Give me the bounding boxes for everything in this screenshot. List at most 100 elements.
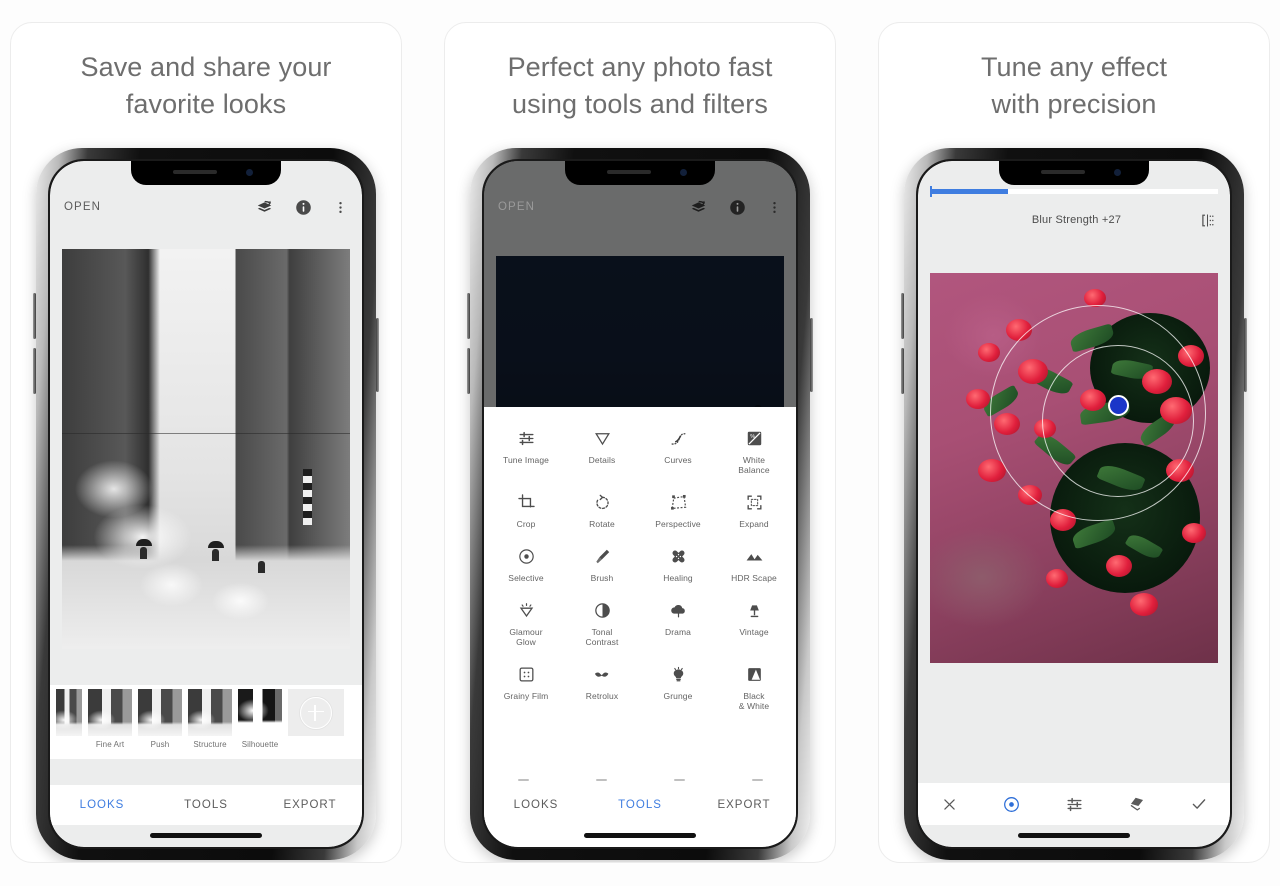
curve-icon [642, 426, 714, 450]
look-item-fine-art[interactable]: Fine Art [88, 689, 132, 749]
tool-grunge[interactable]: Grunge [640, 655, 716, 717]
mountains-icon [718, 544, 790, 568]
plus-icon [300, 696, 332, 729]
tool-label: Brush [590, 573, 614, 583]
tool-label: Selective [508, 573, 544, 583]
tool-label: Vintage [739, 627, 769, 637]
volume-up-button[interactable] [901, 293, 904, 339]
volume-down-button[interactable] [901, 348, 904, 394]
tool-tune-image[interactable]: Tune Image [488, 419, 564, 481]
volume-up-button[interactable] [467, 293, 470, 339]
looks-presets-strip[interactable]: Fine Art Push Structure Silhouette [50, 685, 362, 759]
tab-looks[interactable]: LOOKS [50, 799, 154, 811]
look-item-silhouette[interactable]: Silhouette [238, 689, 282, 749]
tool-expand[interactable]: Expand [716, 483, 792, 535]
tool-grainy-film[interactable]: Grainy Film [488, 655, 564, 717]
phone-bezel-2: OPEN Tune Image Details Curves % White B… [482, 159, 798, 849]
edited-photo-preview[interactable] [930, 273, 1218, 663]
perspective-icon [642, 490, 714, 514]
tool-brush[interactable]: Brush [564, 537, 640, 589]
look-label: Fine Art [95, 740, 125, 749]
blossom [1106, 555, 1132, 577]
tool-label: White Balance [738, 455, 770, 475]
tool-curves[interactable]: Curves [640, 419, 716, 481]
control-point-button[interactable] [980, 795, 1042, 814]
tool-healing[interactable]: Healing [640, 537, 716, 589]
tool-label: Drama [664, 627, 691, 637]
volume-down-button[interactable] [467, 348, 470, 394]
slider-knob[interactable] [930, 186, 932, 197]
tool-white-balance[interactable]: % White Balance [716, 419, 792, 481]
earpiece-speaker-icon [1041, 170, 1085, 174]
slider-fill [930, 189, 1008, 194]
tab-looks[interactable]: LOOKS [484, 799, 588, 811]
volume-up-button[interactable] [33, 293, 36, 339]
card-title-looks: Save and share your favorite looks [80, 52, 332, 119]
open-button[interactable]: OPEN [64, 201, 101, 213]
home-indicator[interactable] [584, 833, 696, 838]
tool-vintage[interactable]: Vintage [716, 591, 792, 653]
overflow-menu-icon[interactable] [333, 198, 348, 217]
stack-undo-icon[interactable] [689, 198, 708, 217]
info-icon[interactable] [294, 198, 313, 217]
tool-retrolux[interactable]: Retrolux [564, 655, 640, 717]
tool-drama[interactable]: Drama [640, 591, 716, 653]
look-item-structure[interactable]: Structure [188, 689, 232, 749]
stack-undo-icon[interactable] [255, 198, 274, 217]
bottom-tab-bar-1: LOOKS TOOLS EXPORT [50, 785, 362, 825]
inner-radius-ring[interactable] [1042, 345, 1194, 497]
home-indicator[interactable] [150, 833, 262, 838]
blur-strength-slider[interactable] [930, 186, 1218, 197]
tool-details[interactable]: Details [564, 419, 640, 481]
mustache-icon [566, 662, 638, 686]
screenshot-card-tools: Perfect any photo fast using tools and f… [444, 22, 836, 863]
control-point-handle[interactable] [1108, 395, 1129, 416]
list-item-partial[interactable] [56, 689, 82, 736]
tool-label: Expand [739, 519, 769, 529]
tool-label: Grainy Film [503, 691, 549, 701]
tab-tools[interactable]: TOOLS [588, 799, 692, 811]
tab-export[interactable]: EXPORT [692, 799, 796, 811]
tool-label: Perspective [655, 519, 701, 529]
tool-perspective[interactable]: Perspective [640, 483, 716, 535]
home-indicator[interactable] [1018, 833, 1130, 838]
tool-selective[interactable]: Selective [488, 537, 564, 589]
white-balance-icon: % [718, 426, 790, 450]
tools-grid-next-row-peek [484, 773, 796, 785]
app-bar-2: OPEN [484, 185, 796, 229]
add-look-button[interactable] [288, 689, 344, 736]
svg-text:%: % [750, 434, 755, 440]
power-button[interactable] [376, 318, 379, 392]
cancel-button[interactable] [918, 796, 980, 813]
tools-grid: Tune Image Details Curves % White Balanc… [484, 407, 796, 717]
edit-toolbar [918, 783, 1230, 825]
edited-photo-preview[interactable] [62, 249, 350, 649]
stacks-button[interactable] [1105, 795, 1167, 814]
tool-label: Grunge [663, 691, 693, 701]
phone-screen-1: OPEN Fine Art Push Structure Silhouette … [50, 161, 362, 847]
power-button[interactable] [810, 318, 813, 392]
notch [565, 161, 715, 185]
compare-icon[interactable] [1199, 212, 1216, 229]
tab-tools[interactable]: TOOLS [154, 799, 258, 811]
volume-down-button[interactable] [33, 348, 36, 394]
tools-panel: Tune Image Details Curves % White Balanc… [484, 407, 796, 847]
adjust-sliders-button[interactable] [1043, 795, 1105, 814]
apply-button[interactable] [1168, 795, 1230, 813]
notch [131, 161, 281, 185]
overflow-menu-icon[interactable] [767, 198, 782, 217]
tool-black-and-white[interactable]: Black & White [716, 655, 792, 717]
power-button[interactable] [1244, 318, 1247, 392]
tool-glamour-glow[interactable]: Glamour Glow [488, 591, 564, 653]
info-icon[interactable] [728, 198, 747, 217]
tool-rotate[interactable]: Rotate [564, 483, 640, 535]
cloud-icon [642, 598, 714, 622]
open-button[interactable]: OPEN [498, 201, 535, 213]
tool-crop[interactable]: Crop [488, 483, 564, 535]
photo-umbrella [208, 541, 224, 548]
tab-export[interactable]: EXPORT [258, 799, 362, 811]
tool-hdr-scape[interactable]: HDR Scape [716, 537, 792, 589]
healing-icon [642, 544, 714, 568]
look-item-push[interactable]: Push [138, 689, 182, 749]
tool-tonal-contrast[interactable]: Tonal Contrast [564, 591, 640, 653]
